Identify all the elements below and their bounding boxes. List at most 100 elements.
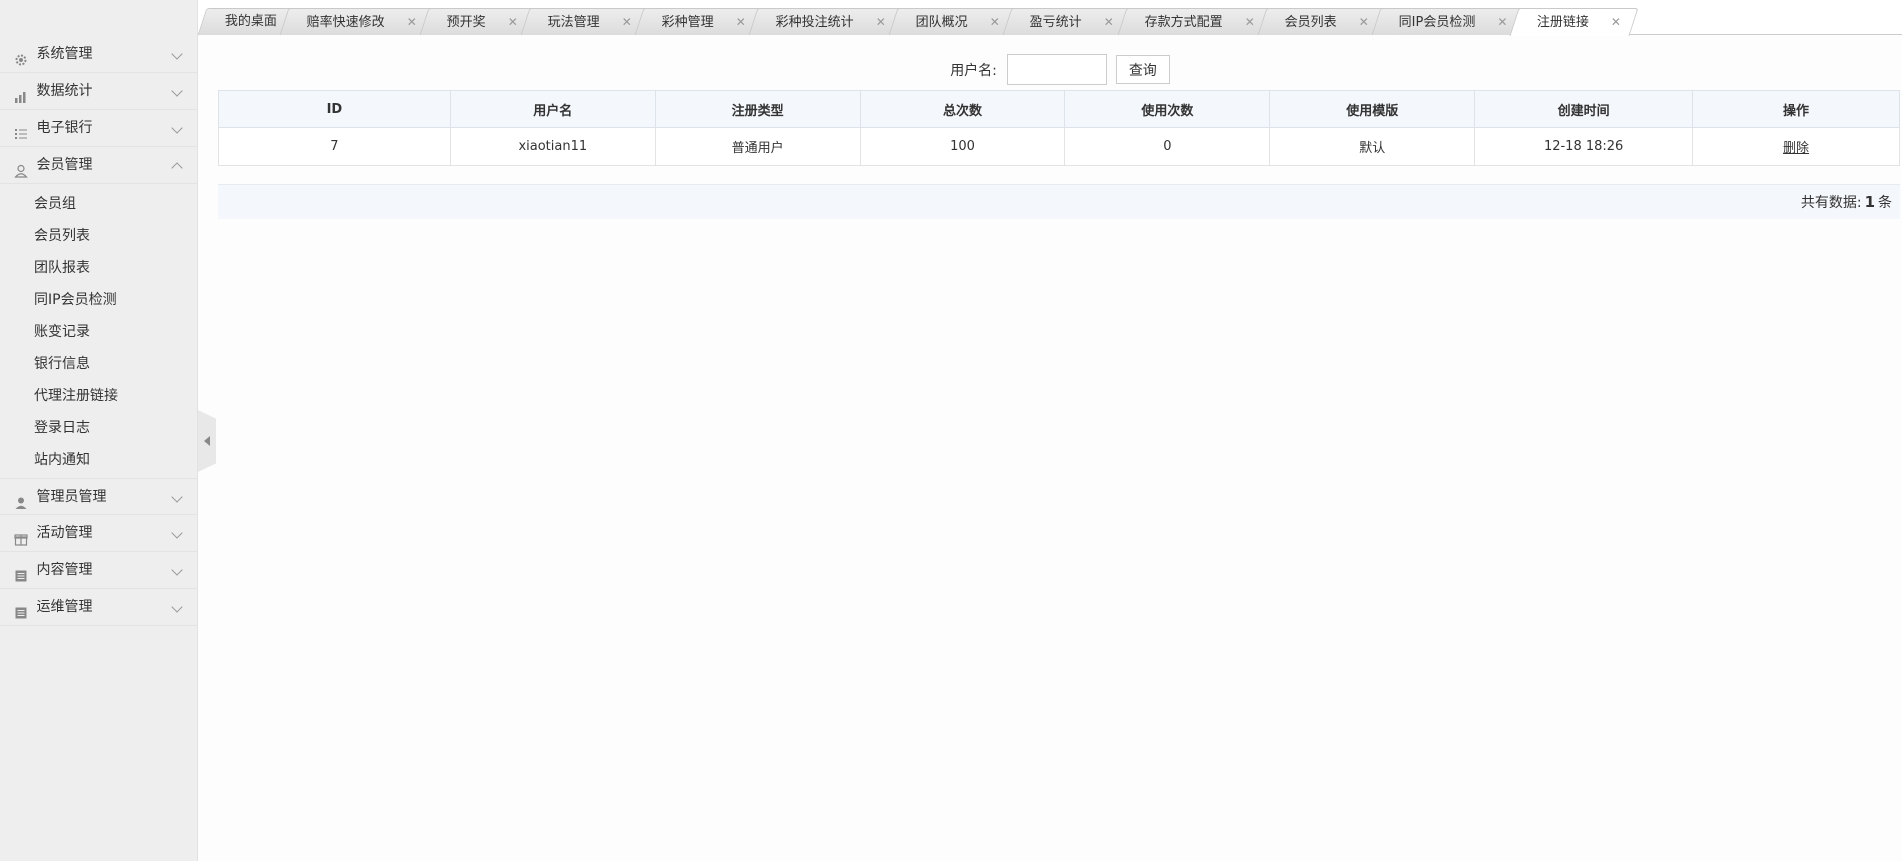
column-header: 使用次数: [1064, 90, 1271, 128]
register-link-table: ID 用户名 注册类型 总次数 使用次数 使用模版 创建时间 操作 7 xiao…: [218, 90, 1900, 166]
menu-label: 活动管理: [36, 525, 93, 541]
user-icon: [14, 156, 28, 178]
tab-label: 彩种管理: [661, 15, 714, 30]
pagination-bar: 共有数据: 1 条: [218, 184, 1900, 219]
tab-lottery-bet-stats[interactable]: 彩种投注统计 ✕: [748, 8, 904, 35]
tab-label: 同IP会员检测: [1398, 15, 1476, 30]
cell-template: 默认: [1269, 127, 1476, 166]
submenu-item-account-changes[interactable]: 账变记录: [0, 316, 197, 348]
close-icon[interactable]: ✕: [736, 15, 746, 29]
total-count: 1: [1864, 193, 1875, 211]
tab-pre-draw[interactable]: 预开奖 ✕: [419, 8, 536, 35]
close-icon[interactable]: ✕: [1497, 15, 1507, 29]
menu-label: 管理员管理: [36, 489, 107, 505]
menu-statistics[interactable]: 数据统计: [0, 73, 197, 110]
chevron-down-icon: [171, 491, 183, 503]
chevron-down-icon: [171, 48, 183, 60]
menu-ebank[interactable]: 电子银行: [0, 110, 197, 147]
column-header: 用户名: [449, 90, 656, 128]
tab-play-management[interactable]: 玩法管理 ✕: [520, 8, 650, 35]
username-label: 用户名:: [950, 62, 997, 79]
menu-label: 电子银行: [36, 120, 93, 136]
close-icon[interactable]: ✕: [1358, 15, 1368, 29]
chevron-down-icon: [171, 601, 183, 613]
menu-label: 内容管理: [36, 562, 93, 578]
tab-label: 赔率快速修改: [306, 15, 385, 30]
column-header: 注册类型: [654, 90, 861, 128]
tab-lottery-management[interactable]: 彩种管理 ✕: [634, 8, 764, 35]
tab-label: 盈亏统计: [1030, 15, 1083, 30]
document-icon: [14, 561, 28, 582]
gift-icon: [14, 524, 28, 546]
tab-label: 存款方式配置: [1144, 15, 1223, 30]
close-icon[interactable]: ✕: [407, 15, 417, 29]
cell-actions: 删除: [1692, 127, 1900, 166]
tab-label: 团队概况: [916, 15, 969, 30]
cell-used-count: 0: [1064, 127, 1271, 166]
member-submenu: 会员组 会员列表 团队报表 同IP会员检测 账变记录 银行信息 代理注册链接 登…: [0, 184, 197, 478]
close-icon[interactable]: ✕: [876, 15, 886, 29]
tab-deposit-config[interactable]: 存款方式配置 ✕: [1117, 8, 1273, 35]
cell-total-count: 100: [859, 127, 1066, 166]
menu-admins[interactable]: 管理员管理: [0, 478, 197, 515]
tab-bar: 我的桌面 赔率快速修改 ✕ 预开奖 ✕ 玩法管理 ✕ 彩种管理 ✕ 彩种投注统计 ✕ 团队…: [197, 0, 1902, 36]
username-input[interactable]: [1007, 54, 1108, 85]
tab-label: 我的桌面: [224, 14, 277, 29]
close-icon[interactable]: ✕: [990, 15, 1000, 29]
tab-odds-quick-edit[interactable]: 赔率快速修改 ✕: [279, 8, 435, 35]
close-icon[interactable]: ✕: [622, 15, 632, 29]
submenu-item-login-log[interactable]: 登录日志: [0, 412, 197, 444]
tab-label: 预开奖: [446, 15, 486, 30]
query-button[interactable]: 查询: [1115, 55, 1170, 84]
tab-member-list[interactable]: 会员列表 ✕: [1257, 8, 1387, 35]
menu-system[interactable]: 系统管理: [0, 36, 197, 73]
column-header: 使用模版: [1269, 90, 1476, 128]
sidebar: 系统管理 数据统计 电子银行 会员管理 会员组 会员列表 团队报表 同IP会员检…: [0, 0, 198, 861]
menu-members[interactable]: 会员管理: [0, 147, 197, 184]
submenu-item-bank-info[interactable]: 银行信息: [0, 348, 197, 380]
column-header: 操作: [1692, 90, 1900, 128]
tab-list: 我的桌面 赔率快速修改 ✕ 预开奖 ✕ 玩法管理 ✕ 彩种管理 ✕ 彩种投注统计 ✕ 团队…: [197, 8, 1640, 36]
chevron-up-icon: [171, 162, 183, 174]
chevron-down-icon: [171, 564, 183, 576]
sidebar-collapse-handle[interactable]: [198, 410, 216, 472]
tab-same-ip[interactable]: 同IP会员检测 ✕: [1371, 8, 1525, 35]
admin-icon: [14, 488, 28, 509]
close-icon[interactable]: ✕: [1611, 15, 1621, 29]
delete-link[interactable]: 删除: [1783, 141, 1809, 156]
tab-profit-loss[interactable]: 盈亏统计 ✕: [1003, 8, 1132, 35]
close-icon[interactable]: ✕: [1104, 15, 1114, 29]
chevron-down-icon: [171, 85, 183, 97]
total-unit: 条: [1878, 195, 1892, 211]
menu-activities[interactable]: 活动管理: [0, 515, 197, 552]
menu-label: 会员管理: [36, 157, 93, 173]
total-label: 共有数据:: [1800, 195, 1862, 211]
list-icon: [14, 119, 28, 139]
submenu-item-same-ip[interactable]: 同IP会员检测: [0, 284, 197, 316]
close-icon[interactable]: ✕: [508, 15, 518, 29]
menu-ops[interactable]: 运维管理: [0, 589, 197, 626]
cell-register-type: 普通用户: [654, 127, 861, 166]
tab-label: 会员列表: [1284, 15, 1337, 30]
tab-label: 注册链接: [1537, 15, 1590, 30]
column-header: 总次数: [859, 90, 1066, 128]
gear-icon: [14, 45, 28, 66]
submenu-item-team-report[interactable]: 团队报表: [0, 252, 197, 284]
menu-label: 运维管理: [36, 599, 93, 615]
chevron-down-icon: [171, 122, 183, 134]
submenu-item-agent-register-link[interactable]: 代理注册链接: [0, 380, 197, 412]
chevron-down-icon: [171, 527, 183, 539]
document-icon: [14, 598, 28, 619]
menu-content[interactable]: 内容管理: [0, 552, 197, 589]
submenu-item-member-group[interactable]: 会员组: [0, 188, 197, 220]
submenu-item-site-notice[interactable]: 站内通知: [0, 444, 197, 476]
tab-label: 彩种投注统计: [776, 15, 855, 30]
bar-chart-icon: [14, 82, 28, 103]
tab-register-link[interactable]: 注册链接 ✕: [1509, 8, 1640, 36]
table-row: 7 xiaotian11 普通用户 100 0 默认 12-18 18:26 删…: [218, 127, 1900, 166]
tab-label: 玩法管理: [547, 15, 600, 30]
tab-team-overview[interactable]: 团队概况 ✕: [889, 8, 1018, 35]
cell-id: 7: [218, 127, 451, 166]
close-icon[interactable]: ✕: [1244, 15, 1254, 29]
submenu-item-member-list[interactable]: 会员列表: [0, 220, 197, 252]
